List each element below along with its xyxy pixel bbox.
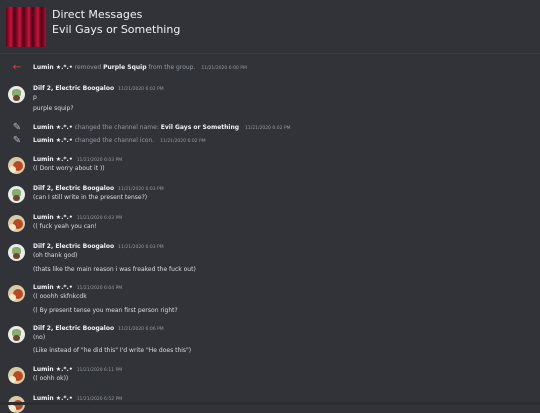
avatar[interactable] <box>8 326 25 343</box>
arrow-left-icon: ← <box>12 62 22 73</box>
avatar[interactable] <box>8 186 25 203</box>
author-name[interactable]: Dilf 2, Electric Boogaloo <box>33 185 114 192</box>
timestamp: 11/21/2020 6:02 PM <box>118 87 164 92</box>
timestamp: 11/21/2020 6:03 PM <box>76 216 123 221</box>
author-name[interactable]: Dilf 2, Electric Boogaloo <box>33 85 114 92</box>
avatar[interactable] <box>8 157 25 174</box>
system-actor[interactable]: Lumin ★.*.• <box>33 124 73 131</box>
message-text: (( ooohh skfnkcdk <box>33 293 87 300</box>
author-name[interactable]: Dilf 2, Electric Boogaloo <box>33 243 114 250</box>
timestamp: 11/21/2020 6:04 PM <box>76 286 123 291</box>
system-message-rename: ✎ Lumin ★.*.• changed the channel name: … <box>12 122 291 133</box>
message-text: purple squip? <box>33 105 74 112</box>
message-text: (( By present tense you mean first perso… <box>33 307 178 314</box>
message-text: (( Dont worry about it )) <box>33 165 105 172</box>
timestamp: 11/21/2020 6:03 PM <box>118 245 164 250</box>
author-name[interactable]: Lumin ★.*.• <box>33 284 73 291</box>
timestamp: 11/21/2020 6:06 PM <box>118 327 164 332</box>
message-text: (no) <box>33 334 46 341</box>
message-text: (( fuck yeah you can! <box>33 223 97 230</box>
system-message-removed: ← Lumin ★.*.• removed Purple Squip from … <box>12 62 247 73</box>
timestamp: 11/21/2020 6:00 PM <box>201 66 247 71</box>
system-actor[interactable]: Lumin ★.*.• <box>33 137 73 144</box>
timestamp: 11/21/2020 6:03 PM <box>118 187 164 192</box>
message-text: (oh thank god) <box>33 252 78 259</box>
dm-header: Direct Messages Evil Gays or Something <box>0 0 540 52</box>
avatar[interactable] <box>8 244 25 261</box>
message-text: (thats like the main reason i was freake… <box>33 266 196 273</box>
timestamp: 11/21/2020 6:03 PM <box>76 158 123 163</box>
avatar[interactable] <box>8 215 25 232</box>
pencil-icon: ✎ <box>12 135 22 146</box>
header-divider <box>0 53 540 54</box>
pencil-icon: ✎ <box>12 122 22 133</box>
author-name[interactable]: Dilf 2, Electric Boogaloo <box>33 325 114 332</box>
message-text: (can I still write in the present tense?… <box>33 194 148 201</box>
timestamp: 11/21/2020 6:02 PM <box>244 126 291 131</box>
system-message-icon-change: ✎ Lumin ★.*.• changed the channel icon. … <box>12 135 206 146</box>
author-name[interactable]: Lumin ★.*.• <box>33 156 73 163</box>
avatar[interactable] <box>8 367 25 384</box>
author-name[interactable]: Lumin ★.*.• <box>33 395 73 402</box>
avatar[interactable] <box>8 285 25 302</box>
timestamp: 11/21/2020 6:02 PM <box>160 139 206 144</box>
avatar[interactable] <box>8 86 25 103</box>
system-actor[interactable]: Lumin ★.*.• <box>33 64 73 71</box>
group-name[interactable]: Evil Gays or Something <box>52 23 180 36</box>
message-text: p <box>33 94 37 101</box>
timestamp: 11/21/2020 6:11 PM <box>76 368 123 373</box>
message-text: (Like instead of "he did this" I'd write… <box>33 347 192 354</box>
message-text: (( oohh ok)) <box>33 375 69 382</box>
group-icon[interactable] <box>6 7 46 47</box>
author-name[interactable]: Lumin ★.*.• <box>33 366 73 373</box>
header-title: Direct Messages <box>52 8 143 21</box>
author-name[interactable]: Lumin ★.*.• <box>33 214 73 221</box>
